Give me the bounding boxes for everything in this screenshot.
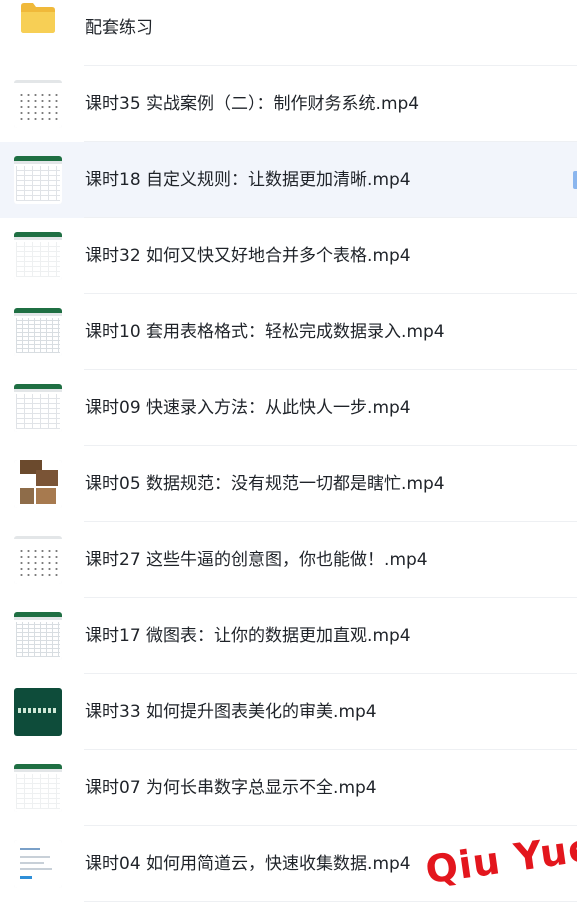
file-row[interactable]: 课时18 自定义规则：让数据更加清晰.mp4 xyxy=(0,142,577,218)
video-thumbnail xyxy=(14,80,62,128)
video-thumbnail xyxy=(14,460,62,508)
file-name: 课时07 为何长串数字总显示不全.mp4 xyxy=(85,778,377,798)
file-name: 课时05 数据规范：没有规范一切都是瞎忙.mp4 xyxy=(85,474,445,494)
video-thumbnail xyxy=(14,232,62,280)
file-row[interactable]: 课时09 快速录入方法：从此快人一步.mp4 xyxy=(0,370,577,446)
file-row[interactable]: 课时27 这些牛逼的创意图，你也能做！.mp4 xyxy=(0,522,577,598)
file-name: 课时04 如何用简道云，快速收集数据.mp4 xyxy=(85,854,411,874)
file-name: 课时32 如何又快又好地合并多个表格.mp4 xyxy=(85,246,411,266)
file-name: 课时33 如何提升图表美化的审美.mp4 xyxy=(85,702,377,722)
file-name: 课时18 自定义规则：让数据更加清晰.mp4 xyxy=(85,170,411,190)
file-name: 课时27 这些牛逼的创意图，你也能做！.mp4 xyxy=(85,550,428,570)
file-row[interactable]: 课时32 如何又快又好地合并多个表格.mp4 xyxy=(0,218,577,294)
video-thumbnail xyxy=(14,764,62,812)
file-name: 课时35 实战案例（二）：制作财务系统.mp4 xyxy=(85,94,420,114)
folder-label: 配套练习 xyxy=(85,18,153,38)
video-thumbnail xyxy=(14,612,62,660)
file-name: 课时10 套用表格格式：轻松完成数据录入.mp4 xyxy=(85,322,445,342)
video-thumbnail xyxy=(14,688,62,736)
folder-icon xyxy=(21,3,55,33)
file-row[interactable]: 课时33 如何提升图表美化的审美.mp4 xyxy=(0,674,577,750)
video-thumbnail xyxy=(14,156,62,204)
file-name: 课时09 快速录入方法：从此快人一步.mp4 xyxy=(85,398,411,418)
video-thumbnail xyxy=(14,308,62,356)
video-thumbnail xyxy=(14,536,62,584)
file-row[interactable]: 课时17 微图表：让你的数据更加直观.mp4 xyxy=(0,598,577,674)
video-thumbnail xyxy=(14,384,62,432)
folder-row[interactable]: 配套练习 xyxy=(0,0,577,66)
file-row[interactable]: 课时35 实战案例（二）：制作财务系统.mp4 xyxy=(0,66,577,142)
file-row[interactable]: 课时07 为何长串数字总显示不全.mp4 xyxy=(0,750,577,826)
video-thumbnail xyxy=(14,840,62,888)
file-row[interactable]: 课时05 数据规范：没有规范一切都是瞎忙.mp4 xyxy=(0,446,577,522)
file-name: 课时17 微图表：让你的数据更加直观.mp4 xyxy=(85,626,411,646)
file-row[interactable]: 课时10 套用表格格式：轻松完成数据录入.mp4 xyxy=(0,294,577,370)
scrollbar-thumb[interactable] xyxy=(573,171,577,189)
